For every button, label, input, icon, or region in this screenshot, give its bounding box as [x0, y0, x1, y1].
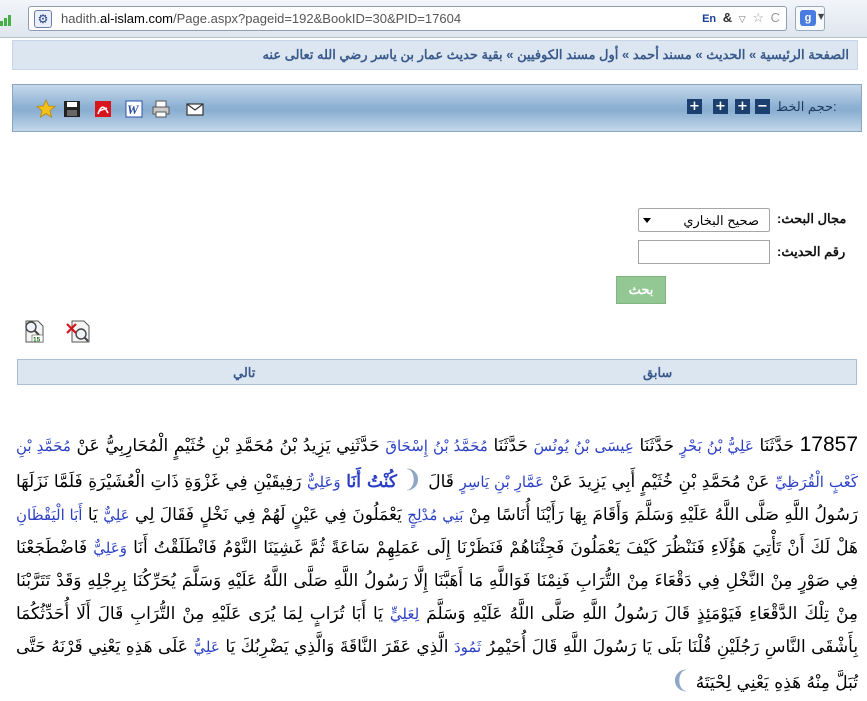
save-icon[interactable]	[62, 99, 82, 119]
url-text[interactable]: hadith.al-islam.com/Page.aspx?pageid=192…	[61, 11, 461, 26]
font-size-label: حجم الخط:	[776, 99, 837, 114]
hadith-matn-highlight: كُنْتُ أَنَا	[346, 472, 397, 492]
hadith-text-segment: حَدَّثَنَا	[639, 436, 674, 456]
search-scope-select[interactable]: صحيح البخاري	[638, 208, 770, 232]
search-scope-label: مجال البحث:	[777, 211, 847, 226]
breadcrumb: الصفحة الرئيسية » الحديث » مسند أحمد » أ…	[12, 40, 858, 70]
narrator-link[interactable]: لِعَلِيٍّ	[390, 605, 419, 623]
search-engine-button[interactable]: g ▼	[795, 6, 825, 31]
hadith-text-segment: قَالَ	[428, 472, 454, 492]
narrator-link[interactable]: عَلِيُّ	[193, 638, 219, 656]
browser-toolbar: ⚙ hadith.al-islam.com/Page.aspx?pageid=1…	[0, 0, 867, 38]
favorite-star-icon[interactable]	[36, 99, 56, 119]
ampersand-icon[interactable]: &	[723, 10, 732, 25]
narrator-link[interactable]: عَلِيٌّ	[103, 506, 129, 524]
chevron-down-icon: ▼	[818, 12, 825, 21]
narrator-link[interactable]: عَلِيُّ بْنُ بَحْرٍ	[680, 437, 754, 455]
hadith-text-segment: حَدَّثَنَا	[759, 436, 794, 456]
site-info-icon[interactable]: ⚙	[34, 10, 52, 28]
signal-icon	[0, 12, 14, 26]
narrator-link[interactable]: ثَمُودَ	[454, 638, 481, 656]
narrator-link[interactable]: مُحَمَّدُ بْنُ إِسْحَاقَ	[385, 437, 488, 455]
dropdown-arrow-icon[interactable]: ▽	[739, 14, 746, 24]
next-link[interactable]: تالي	[233, 365, 255, 381]
previous-link[interactable]: سابق	[643, 365, 672, 381]
narrator-link[interactable]: وَعَلِيٌّ	[93, 539, 127, 557]
print-icon[interactable]	[151, 99, 171, 119]
hadith-text-segment: يَعْمَلُونَ فِي عَيْنٍ لَهُمْ فِي نَخْلٍ…	[135, 505, 402, 525]
narrator-link[interactable]: بَنِي مُدْلِجٍ	[407, 506, 463, 524]
font-decrease-button[interactable]: −	[755, 99, 770, 114]
search-scope-value: صحيح البخاري	[683, 213, 759, 228]
font-increase-button[interactable]: +	[735, 99, 750, 114]
chevron-down-icon	[643, 218, 651, 223]
hadith-text-segment: عَنْ مُحَمَّدِ بْنِ خُثَيْمٍ أَبِي يَزِي…	[549, 472, 770, 492]
quote-open-icon: ❨	[402, 465, 423, 493]
translate-icon[interactable]: En	[702, 13, 716, 25]
svg-text:15: 15	[33, 337, 41, 344]
narrator-link[interactable]: عِيسَى بْنُ يُونُسَ	[534, 437, 634, 455]
breadcrumb-links[interactable]: الصفحة الرئيسية » الحديث » مسند أحمد » أ…	[262, 47, 849, 63]
narrator-link[interactable]: أَبَا الْيَقْظَانِ	[16, 506, 82, 524]
narrator-link[interactable]: وَعَلِيٌّ	[307, 473, 341, 491]
hadith-text-segment: هَلْ لَكَ أَنْ تَأْتِيَ هَؤُلَاءِ فَنَنْ…	[133, 538, 859, 558]
google-icon: g	[800, 10, 816, 26]
hadith-number-input[interactable]	[638, 240, 770, 264]
font-increase-button[interactable]: +	[713, 99, 728, 114]
narrator-link[interactable]: عَمَّارِ بْنِ يَاسِرٍ	[460, 473, 545, 491]
hadith-text-segment: حَدَّثَنِي يَزِيدُ بْنُ مُحَمَّدِ بْنِ خ…	[76, 436, 380, 456]
hadith-text: 17857 حَدَّثَنَا عَلِيُّ بْنُ بَحْرٍ حَد…	[16, 428, 858, 700]
hadith-text-segment: يَا	[87, 505, 98, 525]
hadith-number: 17857	[799, 433, 859, 456]
hadith-count-icon[interactable]: 15	[20, 318, 48, 346]
hadith-text-segment: حَدَّثَنَا	[493, 436, 528, 456]
page-toolbar: حجم الخط: − + + + W	[12, 84, 862, 132]
search-button[interactable]: بحث	[616, 276, 666, 304]
address-bar-tools: En & ▽ ☆ C	[699, 10, 780, 26]
email-icon[interactable]	[185, 99, 205, 119]
word-icon[interactable]: W	[124, 99, 144, 119]
hadith-number-label: رقم الحديث:	[777, 244, 846, 259]
bookmark-star-icon[interactable]: ☆	[752, 10, 764, 25]
pdf-icon[interactable]	[93, 99, 113, 119]
address-bar[interactable]: ⚙ hadith.al-islam.com/Page.aspx?pageid=1…	[28, 6, 787, 31]
quote-close-icon: ❩	[670, 666, 691, 694]
svg-text:W: W	[127, 102, 140, 117]
reload-icon[interactable]: C	[771, 10, 780, 25]
pagination-bar: تالي سابق	[17, 359, 857, 385]
clear-search-icon[interactable]	[64, 318, 92, 346]
hadith-text-segment: الَّذِي عَقَرَ النَّاقَةَ وَالَّذِي يَضْ…	[225, 637, 449, 657]
font-increase-button[interactable]: +	[687, 99, 702, 114]
